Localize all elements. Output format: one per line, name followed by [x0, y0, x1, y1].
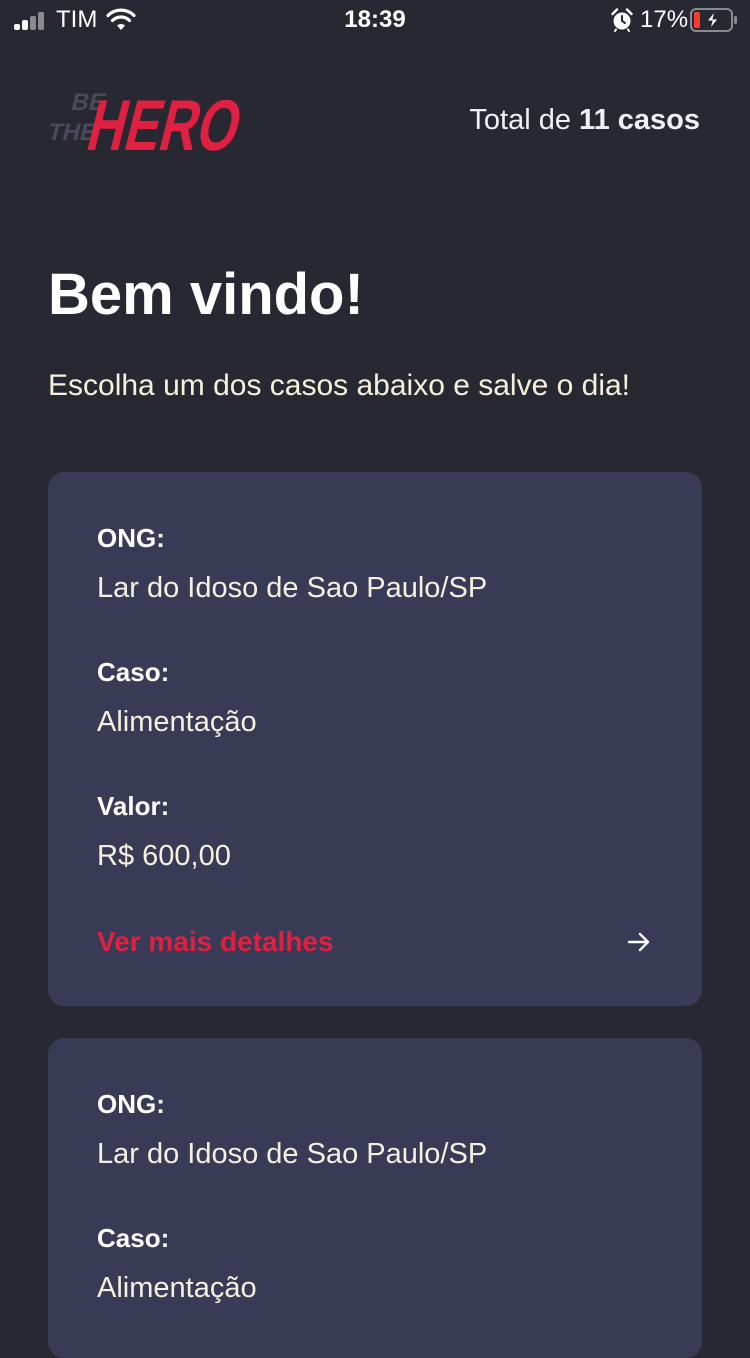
ong-value: Lar do Idoso de Sao Paulo/SP: [97, 572, 488, 604]
total-count: 11 casos: [579, 104, 700, 136]
svg-text:HERO: HERO: [80, 86, 240, 164]
page-description: Escolha um dos casos abaixo e salve o di…: [48, 369, 630, 402]
battery-icon: [690, 8, 737, 32]
incident-card: ONG: Lar do Idoso de Sao Paulo/SP Caso: …: [48, 472, 702, 1006]
incident-card: ONG: Lar do Idoso de Sao Paulo/SP Caso: …: [48, 1038, 702, 1358]
alarm-icon: [611, 8, 633, 32]
arrow-right-icon: [627, 932, 650, 952]
case-label: Caso:: [97, 657, 170, 687]
case-value: Alimentação: [97, 706, 257, 738]
case-label: Caso:: [97, 1223, 170, 1253]
ong-label: ONG:: [97, 1089, 165, 1119]
value-label: Valor:: [97, 791, 170, 821]
details-button[interactable]: Ver mais detalhes: [97, 924, 653, 964]
ong-value: Lar do Idoso de Sao Paulo/SP: [97, 1138, 488, 1170]
page-title: Bem vindo!: [48, 262, 364, 327]
be-the-hero-logo: BE THE HERO: [48, 86, 240, 164]
battery-percentage: 17%: [640, 6, 689, 33]
details-label: Ver mais detalhes: [97, 926, 334, 957]
value-amount: R$ 600,00: [97, 840, 231, 872]
status-time: 18:39: [344, 6, 406, 33]
ong-label: ONG:: [97, 523, 165, 553]
total-cases-counter: Total de 11 casos: [469, 102, 700, 138]
status-bar: TIM 18:39 17%: [0, 0, 750, 40]
case-value: Alimentação: [97, 1272, 257, 1304]
total-prefix: Total de: [469, 104, 580, 136]
